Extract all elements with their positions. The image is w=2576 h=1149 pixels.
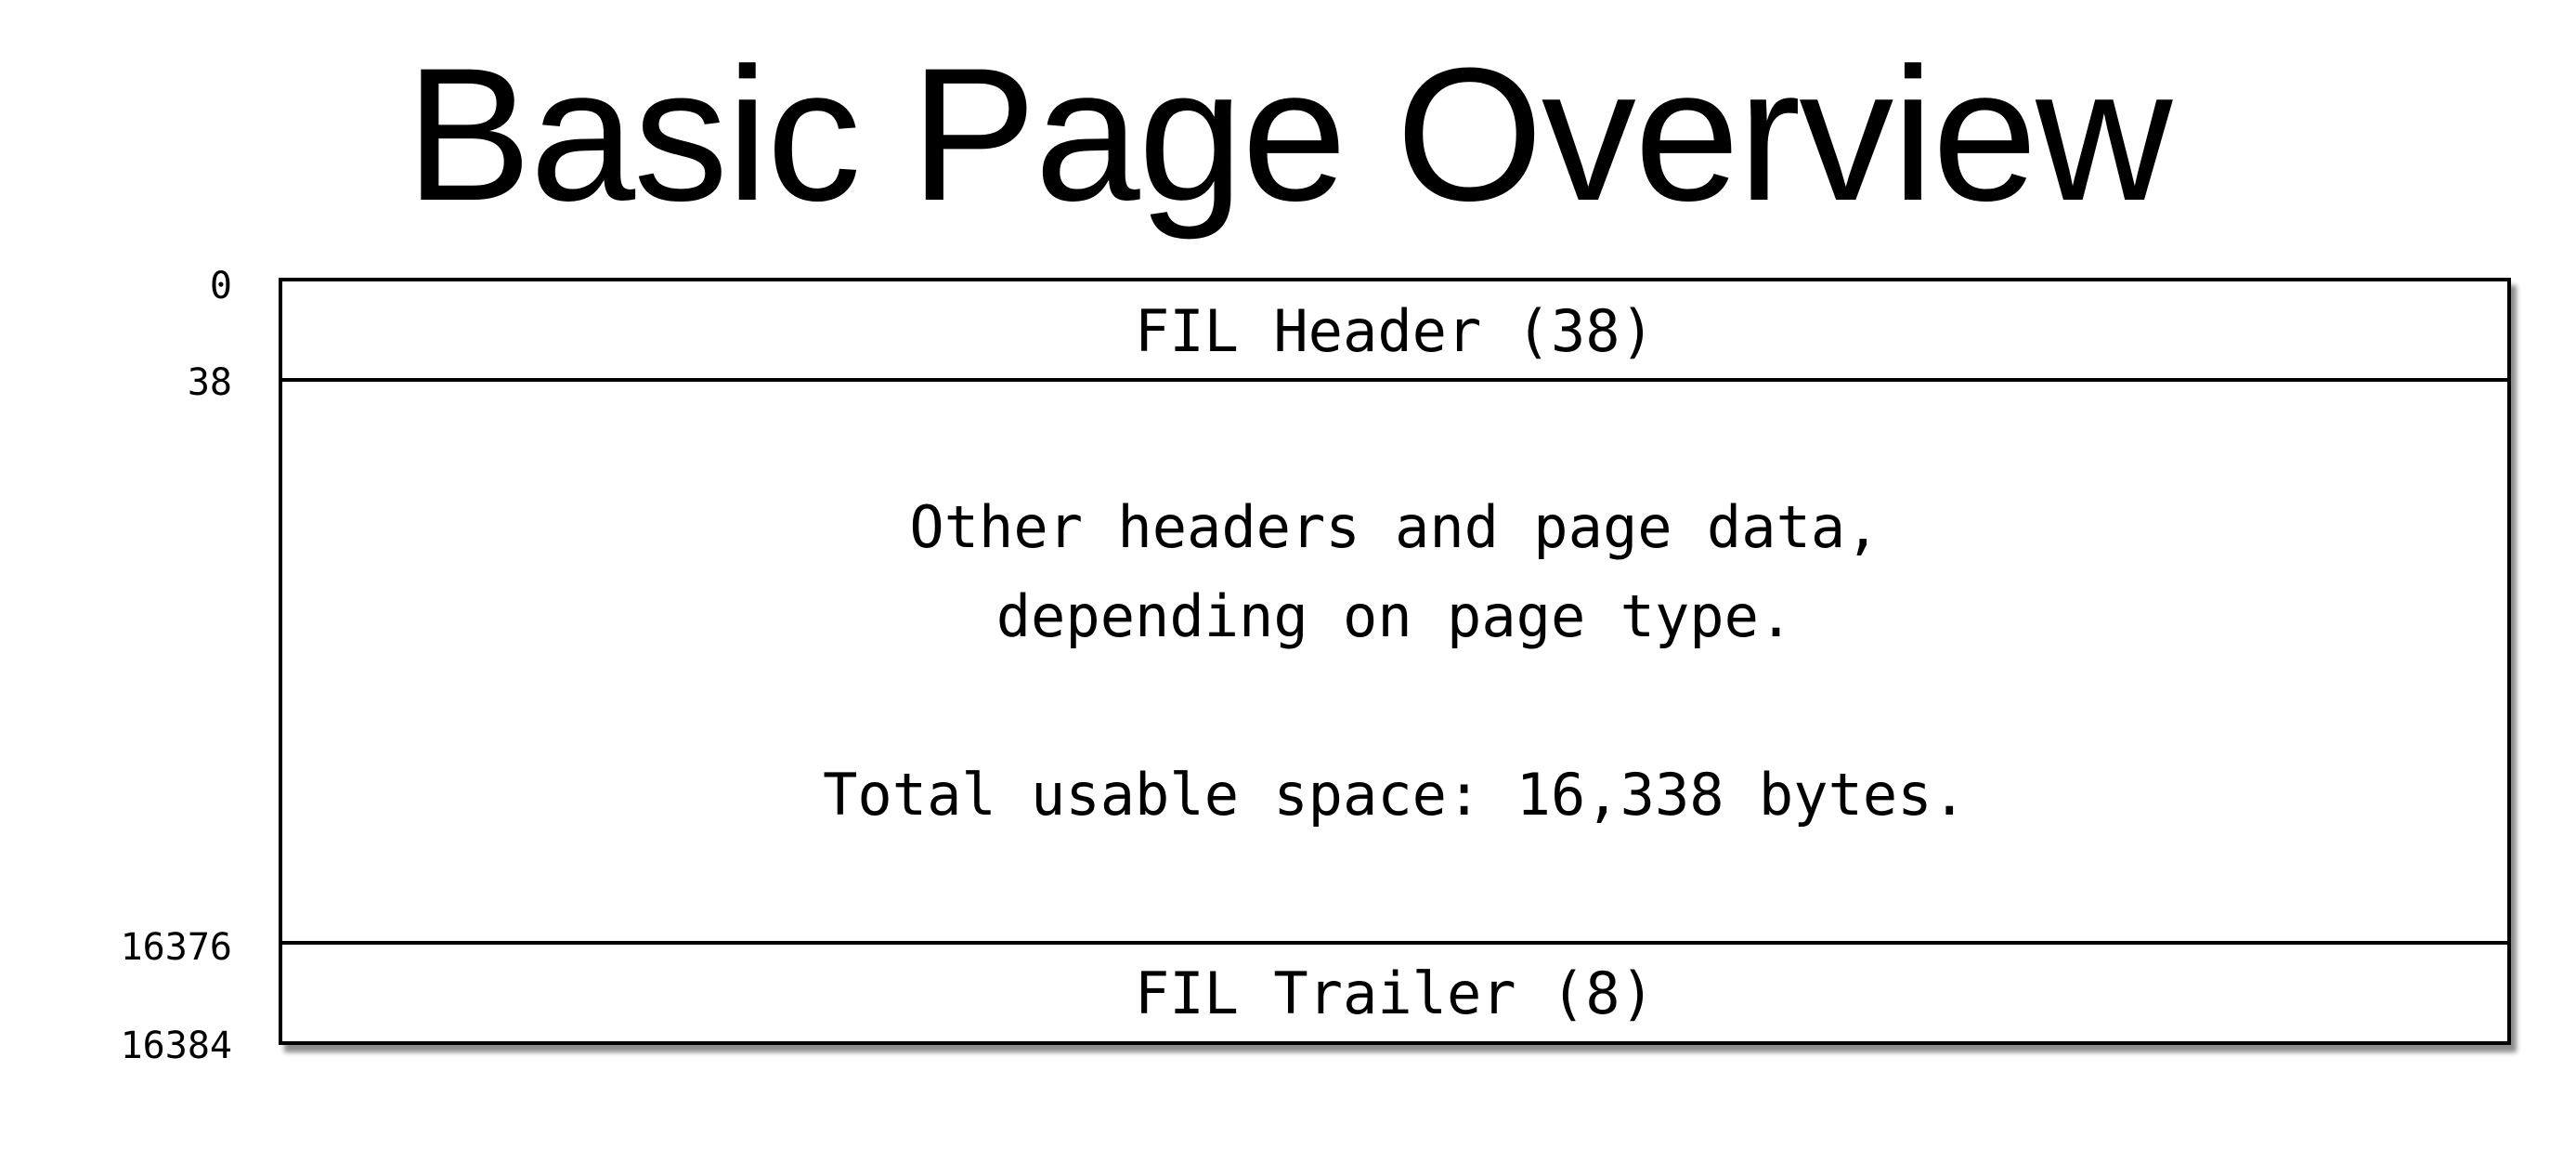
page-data-description-line-2: depending on page type. xyxy=(995,582,1794,650)
page-data-description-line-1: Other headers and page data, xyxy=(909,493,1880,561)
offset-label-start: 0 xyxy=(209,265,232,307)
fil-header-section: FIL Header (38) xyxy=(282,281,2507,382)
page-title: Basic Page Overview xyxy=(405,29,2173,241)
page-layout-diagram: FIL Header (38) Other headers and page d… xyxy=(279,278,2511,1045)
usable-space-label: Total usable space: 16,338 bytes. xyxy=(823,761,1967,829)
offset-label-end: 16384 xyxy=(120,1025,232,1067)
page-data-section: Other headers and page data, depending o… xyxy=(282,382,2507,941)
offset-label-header-end: 38 xyxy=(187,361,232,404)
fil-header-label: FIL Header (38) xyxy=(1135,296,1655,365)
offset-label-trailer-start: 16376 xyxy=(120,926,232,969)
fil-trailer-section: FIL Trailer (8) xyxy=(282,941,2507,1041)
fil-trailer-label: FIL Trailer (8) xyxy=(1135,959,1655,1027)
